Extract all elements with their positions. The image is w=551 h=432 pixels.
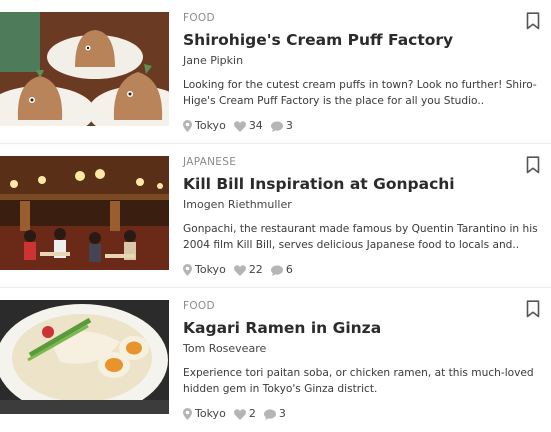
restaurant-interior-image[interactable] [0, 156, 169, 270]
article-excerpt: Experience tori paitan soba, or chicken … [183, 367, 534, 395]
likes-label: 22 [248, 263, 263, 276]
article-meta: Tokyo 2 3 [183, 407, 541, 421]
bookmark-icon[interactable] [526, 300, 540, 318]
article-card[interactable]: JAPANESE Kill Bill Inspiration at Gonpac… [0, 144, 551, 288]
location-tag[interactable]: Tokyo [183, 407, 226, 421]
map-pin-icon [183, 264, 195, 276]
likes-label: 2 [248, 407, 256, 420]
comments-count[interactable]: 6 [270, 263, 293, 277]
location-label[interactable]: Tokyo [195, 119, 226, 133]
speech-bubble-icon [263, 408, 279, 420]
map-pin-icon [183, 408, 195, 420]
article-excerpt: Looking for the cutest cream puffs in to… [183, 79, 537, 107]
article-author[interactable]: Jane Pipkin [183, 54, 541, 68]
article-category[interactable]: FOOD [183, 12, 541, 25]
article-title[interactable]: Shirohige's Cream Puff Factory [183, 30, 541, 50]
article-card[interactable]: FOOD Shirohige's Cream Puff Factory Jane… [0, 0, 551, 144]
article-body: JAPANESE Kill Bill Inspiration at Gonpac… [183, 156, 541, 277]
likes-count[interactable]: 34 [233, 119, 263, 133]
comments-count[interactable]: 3 [263, 407, 286, 421]
article-category[interactable]: FOOD [183, 300, 541, 313]
article-category[interactable]: JAPANESE [183, 156, 541, 169]
article-excerpt: Gonpachi, the restaurant made famous by … [183, 223, 538, 251]
article-card[interactable]: FOOD Kagari Ramen in Ginza Tom Roseveare… [0, 288, 551, 432]
bookmark-icon[interactable] [526, 12, 540, 30]
bookmark-icon[interactable] [526, 156, 540, 174]
article-body: FOOD Shirohige's Cream Puff Factory Jane… [183, 12, 541, 133]
article-title[interactable]: Kagari Ramen in Ginza [183, 318, 541, 338]
location-tag[interactable]: Tokyo [183, 263, 226, 277]
cream-puff-image[interactable] [0, 12, 169, 126]
location-label[interactable]: Tokyo [195, 407, 226, 421]
article-author[interactable]: Imogen Riethmuller [183, 198, 541, 212]
article-meta: Tokyo 22 6 [183, 263, 541, 277]
heart-icon [233, 120, 249, 132]
heart-icon [233, 264, 249, 276]
ramen-bowl-image[interactable] [0, 300, 169, 414]
article-meta: Tokyo 34 3 [183, 119, 541, 133]
comments-count[interactable]: 3 [270, 119, 293, 133]
map-pin-icon [183, 120, 195, 132]
comments-label: 3 [285, 119, 293, 132]
location-tag[interactable]: Tokyo [183, 119, 226, 133]
likes-count[interactable]: 2 [233, 407, 256, 421]
likes-count[interactable]: 22 [233, 263, 263, 277]
likes-label: 34 [248, 119, 263, 132]
speech-bubble-icon [270, 264, 286, 276]
article-body: FOOD Kagari Ramen in Ginza Tom Roseveare… [183, 300, 541, 421]
comments-label: 6 [285, 263, 293, 276]
article-title[interactable]: Kill Bill Inspiration at Gonpachi [183, 174, 541, 194]
article-author[interactable]: Tom Roseveare [183, 342, 541, 356]
heart-icon [233, 408, 249, 420]
comments-label: 3 [278, 407, 286, 420]
article-feed: FOOD Shirohige's Cream Puff Factory Jane… [0, 0, 551, 432]
speech-bubble-icon [270, 120, 286, 132]
location-label[interactable]: Tokyo [195, 263, 226, 277]
